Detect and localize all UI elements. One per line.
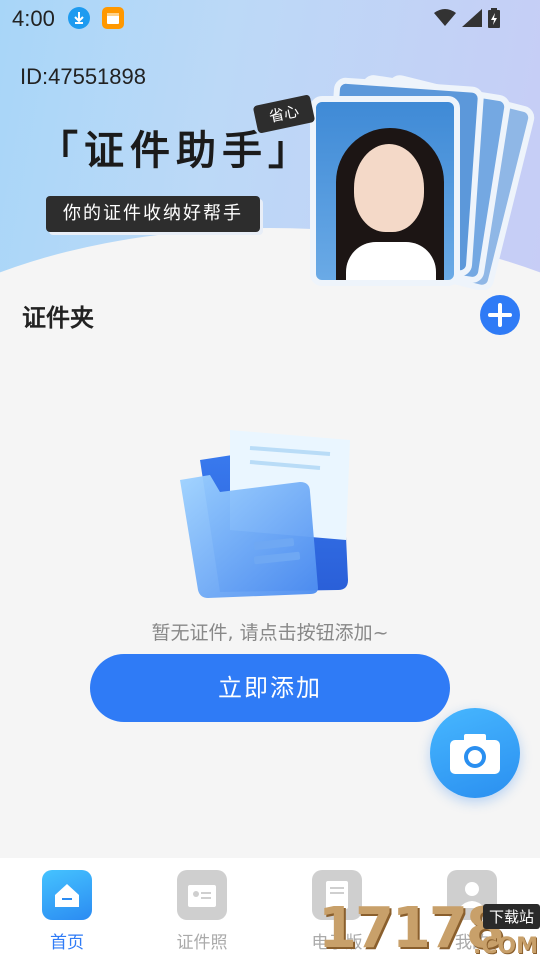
portrait-shirt [346, 242, 436, 280]
nav-label-home: 首页 [50, 933, 84, 953]
nav-label-id-photo: 证件照 [176, 933, 228, 953]
brand-slogan: 你的证件收纳好帮手 [46, 196, 260, 232]
nav-item-id-photo[interactable]: 证件照 [152, 870, 252, 953]
header-banner: ID:47551898 「证件助手」 省心 你的证件收纳好帮手 [0, 0, 540, 290]
download-notification-icon [68, 7, 90, 29]
watermark-tag: 下载站 [482, 904, 540, 929]
empty-state-message: 暂无证件, 请点击按钮添加~ [151, 622, 389, 644]
id-card-icon [177, 870, 227, 920]
signal-icon [462, 9, 482, 27]
status-indicators [434, 8, 500, 28]
portrait-face [354, 144, 424, 232]
plus-icon [488, 303, 512, 327]
home-icon [42, 870, 92, 920]
id-card-front [310, 96, 460, 286]
id-photo-card-stack [310, 72, 537, 290]
add-now-button[interactable]: 立即添加 [90, 654, 450, 722]
add-document-button[interactable] [480, 295, 520, 335]
nav-item-home[interactable]: 首页 [17, 870, 117, 953]
wifi-icon [434, 9, 456, 26]
camera-button[interactable] [430, 708, 520, 798]
status-bar: 4:00 [0, 0, 540, 36]
battery-icon [488, 8, 500, 28]
user-id: ID:47551898 [20, 64, 146, 89]
status-time: 4:00 [12, 6, 55, 31]
empty-folder-illustration [170, 420, 370, 600]
calendar-notification-icon [102, 7, 124, 29]
folder-section-title: 证件夹 [22, 304, 94, 332]
site-watermark: 17178 下载站 .COM [318, 888, 540, 960]
watermark-suffix: .COM [472, 934, 538, 959]
camera-icon [450, 734, 500, 774]
